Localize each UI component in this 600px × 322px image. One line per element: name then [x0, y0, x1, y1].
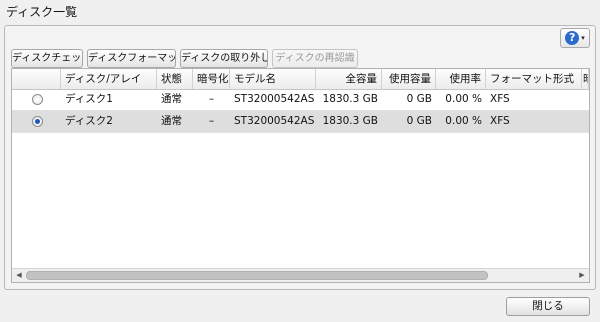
- table-row[interactable]: ディスク2 通常 – ST32000542AS 1830.3 GB 0 GB 0…: [12, 111, 589, 133]
- column-header-capacity[interactable]: 全容量: [316, 69, 382, 89]
- help-icon: ?: [565, 31, 580, 45]
- disk-name: ディスク1: [65, 93, 113, 105]
- column-header-select[interactable]: [12, 69, 61, 89]
- disk-reauth-button: ディスクの再認識: [272, 49, 358, 68]
- help-button[interactable]: ? ▾: [560, 28, 590, 48]
- table-header: ディスク/アレイ 状態 暗号化 モデル名 全容量 使用容量 使用率 フォーマット…: [12, 69, 589, 90]
- scroll-left-icon[interactable]: ◀: [12, 269, 26, 282]
- disk-usage: 0.00 %: [445, 115, 482, 127]
- disk-format-button[interactable]: ディスクフォーマット: [87, 49, 176, 68]
- disk-used: 0 GB: [406, 115, 432, 127]
- column-header-disk-array[interactable]: ディスク/アレイ: [61, 69, 157, 89]
- disk-model: ST32000542AS: [234, 115, 315, 127]
- horizontal-scrollbar[interactable]: ◀ ▶: [12, 268, 589, 282]
- table-row[interactable]: ディスク1 通常 – ST32000542AS 1830.3 GB 0 GB 0…: [12, 89, 589, 111]
- disk-capacity: 1830.3 GB: [322, 93, 378, 105]
- column-header-status[interactable]: 状態: [157, 69, 193, 89]
- disk-used: 0 GB: [406, 93, 432, 105]
- disk-remove-button[interactable]: ディスクの取り外し: [180, 49, 268, 68]
- row-radio[interactable]: [32, 94, 43, 105]
- disk-table: ディスク/アレイ 状態 暗号化 モデル名 全容量 使用容量 使用率 フォーマット…: [11, 68, 590, 283]
- disk-format: XFS: [490, 115, 510, 127]
- scroll-right-icon[interactable]: ▶: [575, 269, 589, 282]
- disk-status: 通常: [161, 93, 182, 105]
- disk-usage: 0.00 %: [445, 93, 482, 105]
- disk-format: XFS: [490, 93, 510, 105]
- column-header-model[interactable]: モデル名: [230, 69, 316, 89]
- disk-check-button[interactable]: ディスクチェック: [11, 49, 83, 68]
- disk-encryption: –: [208, 115, 215, 127]
- column-header-encryption[interactable]: 暗号化: [193, 69, 230, 89]
- close-button[interactable]: 閉じる: [506, 297, 590, 316]
- disk-status: 通常: [161, 115, 182, 127]
- caret-down-icon: ▾: [581, 34, 585, 42]
- column-header-extra[interactable]: 暗: [582, 69, 589, 89]
- disk-model: ST32000542AS: [234, 93, 315, 105]
- disk-encryption: –: [208, 93, 215, 105]
- row-radio[interactable]: [32, 116, 43, 127]
- disk-capacity: 1830.3 GB: [322, 115, 378, 127]
- column-header-used[interactable]: 使用容量: [382, 69, 436, 89]
- column-header-format[interactable]: フォーマット形式: [486, 69, 582, 89]
- disk-name: ディスク2: [65, 115, 113, 127]
- dialog-title: ディスク一覧: [6, 5, 78, 19]
- scrollbar-thumb[interactable]: [26, 271, 488, 280]
- column-header-usage[interactable]: 使用率: [436, 69, 486, 89]
